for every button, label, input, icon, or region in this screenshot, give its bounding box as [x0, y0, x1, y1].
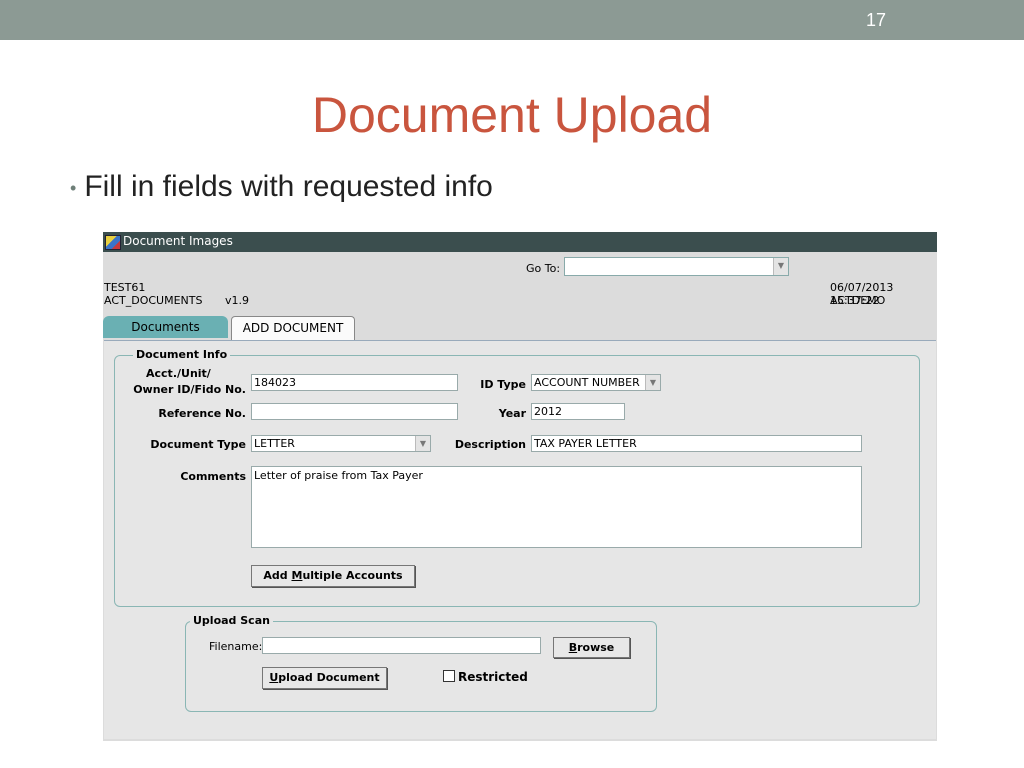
document-info-legend: Document Info — [133, 348, 231, 361]
document-type-label: Document Type — [150, 438, 246, 451]
chevron-down-icon[interactable]: ▼ — [415, 436, 430, 451]
acct-label-line2: Owner ID/Fido No. — [133, 383, 246, 396]
slide-number: 17 — [865, 10, 886, 30]
upload-scan-legend: Upload Scan — [190, 614, 273, 627]
id-type-value: ACCOUNT NUMBER — [534, 376, 640, 389]
goto-select[interactable]: ▼ — [564, 257, 789, 276]
user-code: TEST61 — [104, 281, 146, 294]
chevron-down-icon[interactable]: ▼ — [773, 258, 788, 275]
add-document-panel: Document Info Acct./Unit/ Owner ID/Fido … — [104, 340, 936, 739]
restricted-checkbox[interactable] — [443, 670, 455, 682]
comments-textarea[interactable]: Letter of praise from Tax Payer — [251, 466, 862, 548]
year-label: Year — [498, 407, 526, 420]
tab-documents[interactable]: Documents — [103, 316, 228, 338]
document-type-value: LETTER — [254, 437, 295, 450]
upload-document-button[interactable]: Upload Document — [262, 667, 387, 689]
environment-name: ACTDEMO — [830, 294, 886, 307]
year-input[interactable]: 2012 — [531, 403, 625, 420]
upload-scan-group — [185, 621, 657, 712]
bullet-text: Fill in fields with requested info — [84, 170, 493, 203]
document-type-select[interactable]: LETTER ▼ — [251, 435, 431, 452]
bullet-dot-icon: • — [70, 177, 77, 198]
reference-input[interactable] — [251, 403, 458, 420]
bullet-item: • Fill in fields with requested info — [70, 170, 493, 204]
form-version: v1.9 — [225, 294, 250, 307]
form-name: ACT_DOCUMENTS — [104, 294, 203, 307]
app-icon — [105, 235, 121, 250]
goto-label: Go To: — [526, 262, 561, 275]
tab-add-document[interactable]: ADD DOCUMENT — [231, 316, 355, 340]
filename-input[interactable] — [262, 637, 541, 654]
window-title-bar: Document Images — [103, 232, 937, 252]
id-type-select[interactable]: ACCOUNT NUMBER ▼ — [531, 374, 661, 391]
window-title: Document Images — [123, 234, 233, 248]
filename-label: Filename: — [209, 640, 263, 653]
document-images-window: Document Images Go To: ▼ TEST61 ACT_DOCU… — [103, 232, 937, 741]
id-type-label: ID Type — [480, 378, 526, 391]
acct-label-line1: Acct./Unit/ — [146, 367, 211, 380]
acct-id-input[interactable]: 184023 — [251, 374, 458, 391]
chevron-down-icon[interactable]: ▼ — [645, 375, 660, 390]
slide-title: Document Upload — [311, 87, 713, 143]
reference-label: Reference No. — [158, 407, 246, 420]
comments-label: Comments — [180, 470, 246, 483]
restricted-label: Restricted — [458, 670, 528, 684]
add-multiple-accounts-button[interactable]: Add Multiple Accounts — [251, 565, 415, 587]
description-label: Description — [454, 438, 526, 451]
slide-top-bar: 17 — [0, 0, 1024, 40]
browse-button[interactable]: Browse — [553, 637, 630, 658]
description-input[interactable]: TAX PAYER LETTER — [531, 435, 862, 452]
